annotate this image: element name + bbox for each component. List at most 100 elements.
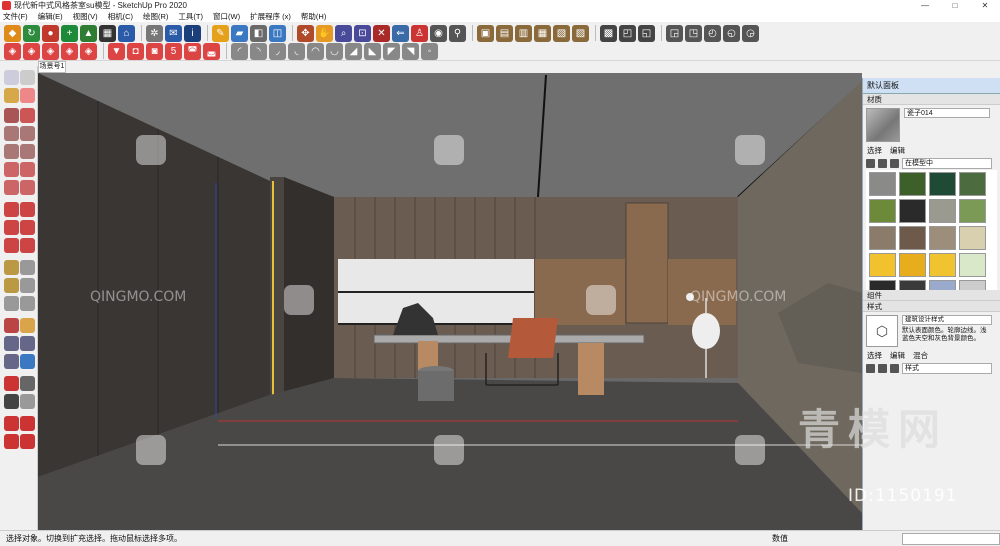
measurement-input[interactable] <box>902 532 1000 545</box>
previous-icon[interactable] <box>20 354 35 369</box>
rotate-icon[interactable] <box>4 220 19 235</box>
menu-window[interactable]: 窗口(W) <box>213 11 240 22</box>
material-swatch[interactable] <box>899 280 926 290</box>
tape-icon[interactable]: ◫ <box>269 24 286 42</box>
home-icon[interactable] <box>890 158 899 168</box>
add-icon[interactable]: + <box>61 24 78 42</box>
axes-icon[interactable] <box>4 296 19 311</box>
protractor-icon[interactable] <box>4 278 19 293</box>
material-swatch[interactable] <box>899 253 926 277</box>
eraser-icon[interactable] <box>20 88 35 103</box>
position-camera-icon[interactable] <box>4 376 19 391</box>
left-view-icon[interactable]: ▨ <box>572 24 589 42</box>
plugin-icon[interactable]: 5 <box>165 42 182 60</box>
gear-icon[interactable]: ✲ <box>146 24 163 42</box>
rotated-rect-icon[interactable] <box>20 126 35 141</box>
forward-arrow-icon[interactable] <box>878 158 887 168</box>
position-camera-icon[interactable]: ♙ <box>411 24 428 42</box>
plugin-icon[interactable]: ◦ <box>421 42 438 60</box>
menu-view[interactable]: 视图(V) <box>73 11 98 22</box>
previous-view-icon[interactable]: ⇐ <box>392 24 409 42</box>
textured-icon[interactable]: ◳ <box>685 24 702 42</box>
back-view-icon[interactable]: ▧ <box>553 24 570 42</box>
plugin-icon[interactable]: ◠ <box>307 42 324 60</box>
arc-icon[interactable] <box>4 162 19 177</box>
material-swatch[interactable] <box>929 199 956 223</box>
material-swatch[interactable] <box>869 280 896 290</box>
plugin-icon[interactable]: ◈ <box>42 42 59 60</box>
zoom-extents-icon[interactable] <box>4 354 19 369</box>
checker-icon[interactable]: ▦ <box>99 24 116 42</box>
zoom-icon[interactable] <box>4 336 19 351</box>
plugin-icon[interactable]: ◚ <box>184 42 201 60</box>
text-icon[interactable] <box>20 278 35 293</box>
plugin-icon[interactable]: ▼ <box>108 42 125 60</box>
shaded-icon[interactable]: ◲ <box>666 24 683 42</box>
iso-view-icon[interactable]: ▣ <box>477 24 494 42</box>
scale-icon[interactable] <box>4 238 19 253</box>
plugin-icon[interactable]: ◜ <box>231 42 248 60</box>
menu-tools[interactable]: 工具(T) <box>178 11 203 22</box>
eraser-icon[interactable]: ▰ <box>231 24 248 42</box>
paint-icon[interactable]: ◧ <box>250 24 267 42</box>
plugin-icon[interactable]: ◈ <box>4 42 21 60</box>
material-swatch[interactable] <box>899 226 926 250</box>
right-view-icon[interactable]: ▦ <box>534 24 551 42</box>
paint-bucket-icon[interactable] <box>4 88 19 103</box>
scene-tab[interactable]: 场景号1 <box>38 61 66 73</box>
material-swatch[interactable] <box>959 172 986 196</box>
forward-arrow-icon[interactable] <box>878 363 887 373</box>
3d-viewport[interactable]: QINGMO.COM QINGMO.COM <box>38 73 862 530</box>
zoom-window-icon[interactable] <box>20 336 35 351</box>
plugin-icon[interactable]: ◈ <box>61 42 78 60</box>
maximize-button[interactable]: □ <box>940 1 970 10</box>
extension-manager-icon[interactable] <box>20 434 35 449</box>
wireframe-icon[interactable]: ◰ <box>619 24 636 42</box>
material-swatch[interactable] <box>869 253 896 277</box>
top-view-icon[interactable]: ▤ <box>496 24 513 42</box>
material-swatch[interactable] <box>869 226 896 250</box>
collection-select[interactable]: 在模型中 <box>902 157 992 169</box>
material-swatch[interactable] <box>959 226 986 250</box>
tab-select[interactable]: 选择 <box>867 145 882 156</box>
plugin-icon[interactable]: ◤ <box>383 42 400 60</box>
plugin-icon[interactable]: ◞ <box>269 42 286 60</box>
material-swatch[interactable] <box>929 172 956 196</box>
plugin-icon[interactable]: ◆ <box>4 24 21 42</box>
material-swatch[interactable] <box>929 253 956 277</box>
zoom-window-icon[interactable]: ⊡ <box>354 24 371 42</box>
hidden-line-icon[interactable]: ◱ <box>638 24 655 42</box>
tape-measure-icon[interactable] <box>4 260 19 275</box>
materials-section-header[interactable]: 材质 <box>863 94 1000 105</box>
3d-text-icon[interactable] <box>20 296 35 311</box>
material-swatch[interactable] <box>869 199 896 223</box>
tree-icon[interactable]: ▲ <box>80 24 97 42</box>
follow-me-icon[interactable] <box>20 220 35 235</box>
move-icon[interactable] <box>4 202 19 217</box>
monochrome-icon[interactable]: ◴ <box>704 24 721 42</box>
home-icon[interactable] <box>890 363 899 373</box>
make-component-icon[interactable] <box>20 70 35 85</box>
back-arrow-icon[interactable] <box>866 158 875 168</box>
tab-edit[interactable]: 编辑 <box>890 145 905 156</box>
pie-icon[interactable] <box>20 180 35 195</box>
circle-icon[interactable] <box>4 144 19 159</box>
close-button[interactable]: ✕ <box>970 1 1000 10</box>
plugin-icon[interactable]: ● <box>42 24 59 42</box>
pan-icon[interactable] <box>20 318 35 333</box>
house-icon[interactable]: ⌂ <box>118 24 135 42</box>
styles-section-header[interactable]: 样式 <box>863 301 1000 312</box>
push-pull-icon[interactable] <box>20 202 35 217</box>
material-swatch[interactable] <box>959 253 986 277</box>
layers-icon[interactable]: ◵ <box>723 24 740 42</box>
material-name-field[interactable]: 瓷子014 <box>904 108 990 118</box>
arc3-icon[interactable] <box>4 180 19 195</box>
tab-style-edit[interactable]: 编辑 <box>890 350 905 361</box>
menu-edit[interactable]: 编辑(E) <box>38 11 63 22</box>
back-arrow-icon[interactable] <box>866 363 875 373</box>
pan-icon[interactable]: ✋ <box>316 24 333 42</box>
select-icon[interactable] <box>4 70 19 85</box>
refresh-icon[interactable]: ↻ <box>23 24 40 42</box>
polygon-icon[interactable] <box>20 144 35 159</box>
offset-icon[interactable] <box>20 238 35 253</box>
